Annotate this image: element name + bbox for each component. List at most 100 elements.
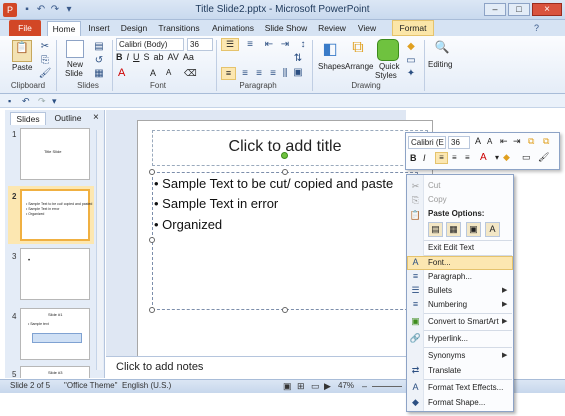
numbering-icon[interactable]: ≡: [243, 38, 257, 52]
underline-icon[interactable]: U: [133, 52, 140, 66]
bullet-text[interactable]: Organized: [162, 217, 222, 232]
new-slide-icon[interactable]: [66, 40, 84, 58]
increase-indent-icon[interactable]: ⇥: [278, 38, 292, 52]
align-left-icon[interactable]: ≡: [435, 152, 448, 164]
zoom-out-icon[interactable]: –: [362, 381, 367, 391]
panel-scrollbar[interactable]: [96, 130, 103, 370]
menu-item-numbering[interactable]: Numbering: [428, 298, 467, 312]
shape-effects-icon[interactable]: ✦: [404, 67, 418, 81]
help-icon[interactable]: ?: [534, 23, 539, 33]
format-painter-icon[interactable]: 🖌: [38, 67, 52, 81]
font-name-combo[interactable]: Calibri (Body): [116, 38, 184, 51]
arrange-icon[interactable]: ⧉: [347, 39, 369, 61]
paste-picture-icon[interactable]: ▣: [466, 222, 481, 237]
menu-item-translate[interactable]: Translate: [428, 364, 461, 378]
line-spacing-icon[interactable]: ↕: [296, 38, 310, 52]
text-direction-icon[interactable]: ⇅: [291, 52, 305, 66]
save-icon[interactable]: ▪: [8, 96, 11, 106]
shrink-font-icon[interactable]: A: [166, 68, 171, 77]
close-pane-icon[interactable]: ×: [93, 112, 99, 123]
mini-font-combo[interactable]: Calibri (E: [408, 136, 446, 149]
strikethrough-icon[interactable]: ab: [154, 52, 164, 66]
copy-icon[interactable]: ⎘: [38, 54, 52, 68]
paste-icon[interactable]: 📋: [12, 40, 32, 62]
font-size-combo[interactable]: 36: [187, 38, 213, 51]
shapes-icon[interactable]: ◧: [319, 39, 341, 61]
menu-item-bullets[interactable]: Bullets: [428, 284, 452, 298]
layout-icon[interactable]: ▤: [92, 40, 106, 54]
smartart-icon[interactable]: ▣: [291, 66, 305, 80]
file-tab[interactable]: File: [9, 20, 41, 36]
resize-handle[interactable]: [149, 169, 155, 175]
grow-font-icon[interactable]: A: [150, 68, 156, 78]
grow-font-icon[interactable]: A: [475, 136, 481, 146]
menu-item-copy[interactable]: Copy: [428, 193, 447, 207]
content-placeholder-box[interactable]: [152, 172, 418, 310]
resize-handle[interactable]: [282, 307, 288, 313]
tab-outline[interactable]: Outline: [50, 112, 86, 125]
mini-size-combo[interactable]: 36: [448, 136, 470, 149]
align-center-icon[interactable]: ≡: [238, 67, 252, 81]
spacing-icon[interactable]: AV: [168, 52, 179, 66]
shapes-button[interactable]: Shapes: [318, 62, 345, 71]
bullet-text[interactable]: Sample Text to be cut/ copied and paste: [162, 176, 393, 191]
editing-button[interactable]: Editing: [428, 60, 452, 69]
paste-button[interactable]: Paste: [12, 63, 32, 72]
tab-insert[interactable]: Insert: [84, 21, 114, 36]
new-slide-label-2[interactable]: Slide: [65, 69, 83, 78]
normal-view-icon[interactable]: ▣: [283, 381, 292, 392]
clear-formatting-icon[interactable]: ⌫: [184, 68, 197, 79]
reset-icon[interactable]: ↺: [92, 54, 106, 68]
menu-item-format-text-effects[interactable]: Format Text Effects...: [428, 381, 503, 395]
font-color-icon[interactable]: A: [118, 67, 125, 79]
paste-format-icon[interactable]: ⧉: [543, 136, 549, 147]
maximize-icon[interactable]: □: [508, 3, 530, 16]
menu-item-convert-smartart[interactable]: Convert to SmartArt: [428, 315, 499, 329]
qat-customize-icon[interactable]: ▾: [52, 96, 57, 107]
dropdown-icon[interactable]: ▾: [495, 153, 499, 162]
menu-item-synonyms[interactable]: Synonyms: [428, 349, 465, 363]
menu-item-exit-edit-text[interactable]: Exit Edit Text: [428, 241, 474, 255]
align-right-icon[interactable]: ≡: [252, 67, 266, 81]
tab-slides[interactable]: Slides: [10, 112, 46, 125]
section-icon[interactable]: ▦: [92, 67, 106, 81]
change-case-icon[interactable]: Aa: [183, 52, 194, 66]
decrease-indent-icon[interactable]: ⇤: [500, 136, 508, 147]
menu-item-cut[interactable]: Cut: [428, 179, 440, 193]
find-icon[interactable]: 🔍: [433, 40, 451, 58]
menu-item-font-highlight[interactable]: [407, 256, 513, 270]
paste-dest-theme-icon[interactable]: ▦: [446, 222, 461, 237]
columns-icon[interactable]: ⫼: [278, 67, 292, 81]
language-indicator[interactable]: English (U.S.): [122, 381, 171, 390]
bold-icon[interactable]: B: [116, 52, 123, 66]
undo-icon[interactable]: ↶: [22, 96, 30, 107]
align-center-icon[interactable]: ≡: [452, 153, 457, 162]
copy-format-icon[interactable]: ⧉: [528, 136, 534, 147]
quick-styles-label-2[interactable]: Styles: [375, 71, 397, 80]
quick-styles-icon[interactable]: [377, 39, 399, 61]
shape-outline-icon[interactable]: ▭: [522, 152, 531, 163]
slide-thumbnail[interactable]: [20, 128, 90, 180]
format-painter-icon[interactable]: 🖌: [538, 152, 549, 163]
decrease-indent-icon[interactable]: ⇤: [262, 38, 276, 52]
align-right-icon[interactable]: ≡: [465, 153, 470, 162]
slide-sorter-icon[interactable]: ⊞: [297, 381, 305, 392]
tab-format[interactable]: Format: [392, 20, 434, 36]
close-icon[interactable]: ×: [532, 3, 562, 16]
quick-styles-label[interactable]: Quick: [379, 62, 399, 71]
tab-view[interactable]: View: [354, 21, 380, 36]
bullet-item[interactable]: • Sample Text to be cut/ copied and past…: [154, 176, 393, 191]
bullet-item[interactable]: • Organized: [154, 217, 222, 232]
bullet-item[interactable]: • Sample Text in error: [154, 196, 278, 211]
tab-home[interactable]: Home: [47, 21, 81, 36]
menu-item-format-shape[interactable]: Format Shape...: [428, 396, 485, 410]
tab-review[interactable]: Review: [314, 21, 350, 36]
minimize-icon[interactable]: –: [484, 3, 506, 16]
paste-keep-source-icon[interactable]: ▤: [428, 222, 443, 237]
bullet-text[interactable]: Sample Text in error: [162, 196, 278, 211]
italic-icon[interactable]: I: [127, 52, 130, 66]
tab-transitions[interactable]: Transitions: [154, 21, 204, 36]
zoom-slider[interactable]: [372, 386, 402, 387]
italic-icon[interactable]: I: [423, 153, 426, 163]
new-slide-label[interactable]: New: [67, 60, 83, 69]
